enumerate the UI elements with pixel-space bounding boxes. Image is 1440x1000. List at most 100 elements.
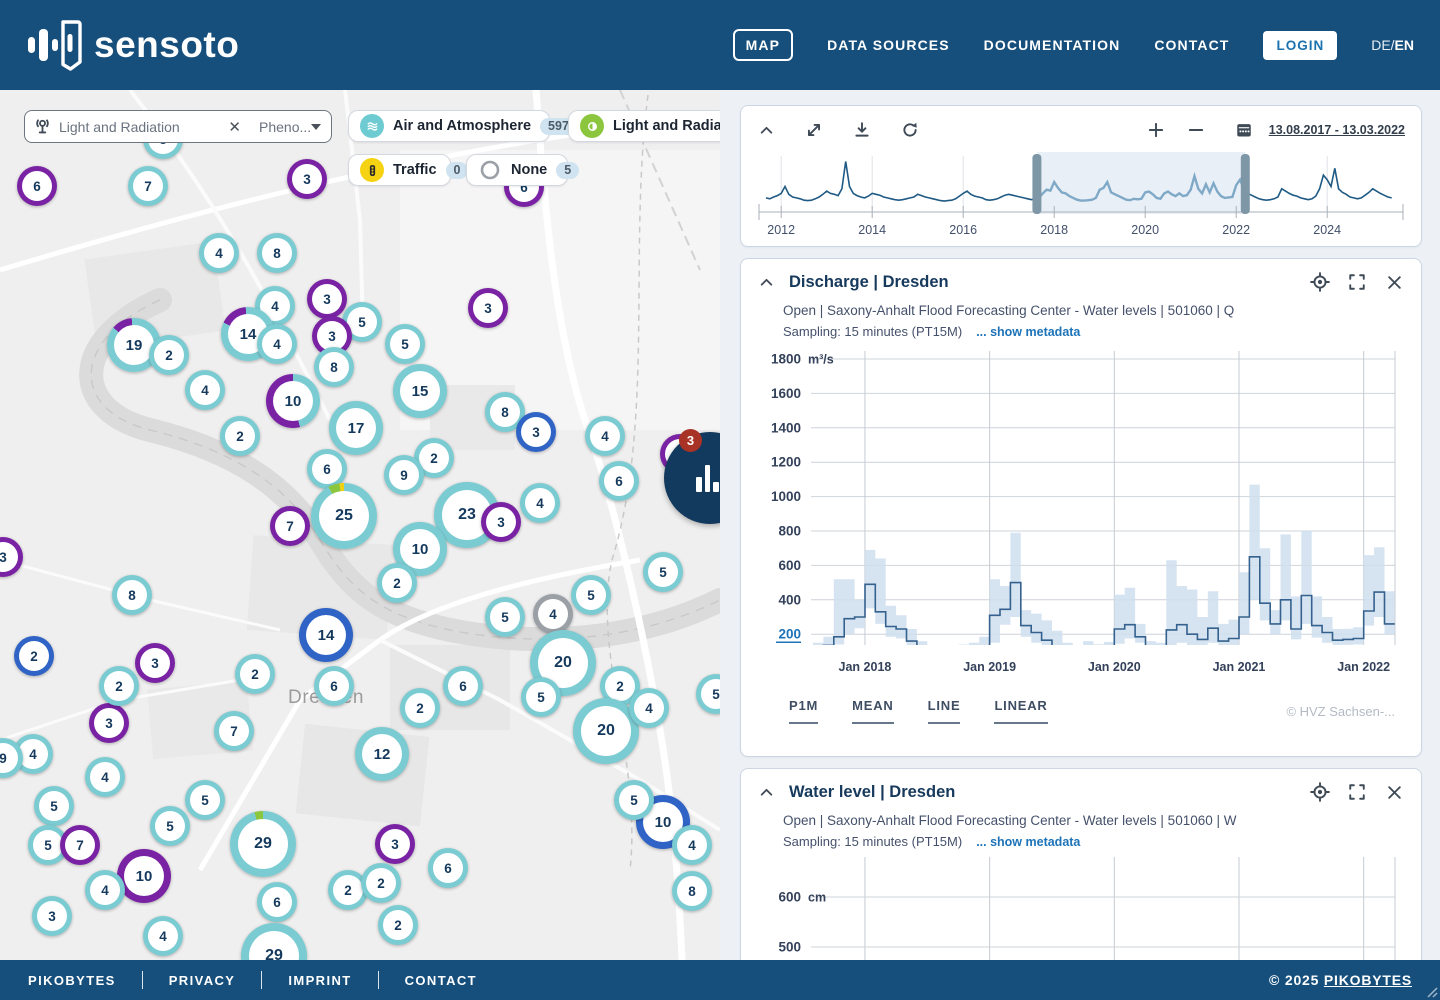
map-marker[interactable]: 4 — [533, 594, 573, 634]
map-marker[interactable]: 12 — [355, 727, 409, 781]
map-marker[interactable]: 4 — [672, 825, 712, 865]
map-marker[interactable]: 5 — [571, 575, 611, 615]
map-marker[interactable]: 2 — [235, 654, 275, 694]
locate-station-icon[interactable] — [1309, 781, 1331, 803]
map-marker[interactable]: 2 — [14, 636, 54, 676]
footer-link-contact[interactable]: CONTACT — [379, 973, 503, 988]
zoom-in-icon[interactable] — [1145, 119, 1167, 141]
nav-data-sources[interactable]: DATA SOURCES — [827, 37, 950, 53]
map-marker[interactable]: 3 — [375, 824, 415, 864]
map-marker[interactable]: 2 — [361, 863, 401, 903]
map-marker[interactable]: 10 — [266, 374, 320, 428]
map-marker[interactable]: 2 — [378, 905, 418, 945]
map-marker[interactable]: 7 — [128, 166, 168, 206]
map-marker[interactable]: 7 — [214, 711, 254, 751]
collapse-panel-icon[interactable] — [755, 271, 777, 293]
search-field[interactable]: Light and Radiation ✕ — [25, 118, 249, 136]
map-marker[interactable]: 8 — [314, 347, 354, 387]
nav-documentation[interactable]: DOCUMENTATION — [984, 37, 1121, 53]
phenomenon-dropdown[interactable]: Pheno... — [249, 119, 331, 135]
map-marker[interactable]: 5 — [34, 786, 74, 826]
map-marker[interactable]: 8 — [257, 233, 297, 273]
map-marker[interactable]: 8 — [112, 575, 152, 615]
map-marker[interactable]: 8 — [672, 871, 712, 911]
map-marker[interactable]: 5 — [185, 780, 225, 820]
close-panel-icon[interactable] — [1383, 271, 1405, 293]
expand-range-icon[interactable] — [803, 119, 825, 141]
lang-de[interactable]: DE — [1371, 37, 1390, 53]
login-button[interactable]: LOGIN — [1263, 31, 1337, 60]
control-line[interactable]: LINE — [928, 698, 961, 724]
pikobytes-link[interactable]: PIKOBYTES — [1324, 972, 1412, 988]
map-marker[interactable]: 4 — [185, 370, 225, 410]
map-marker[interactable]: 3 — [307, 279, 347, 319]
map-marker[interactable]: 2 — [400, 688, 440, 728]
chip-traffic[interactable]: Traffic 0 — [348, 154, 451, 186]
map-marker[interactable]: 6 — [17, 166, 57, 206]
footer-link-imprint[interactable]: IMPRINT — [262, 973, 377, 988]
control-p1m[interactable]: P1M — [789, 698, 818, 724]
brand-logo[interactable]: sensoto — [26, 17, 239, 73]
map-marker[interactable]: 6 — [599, 461, 639, 501]
map-marker[interactable]: 17 — [329, 401, 383, 455]
close-panel-icon[interactable] — [1383, 781, 1405, 803]
chip-none[interactable]: None 5 — [466, 154, 568, 186]
refresh-icon[interactable] — [899, 119, 921, 141]
map-marker[interactable]: 3 — [516, 412, 556, 452]
map-marker[interactable]: 6 — [443, 666, 483, 706]
date-range-link[interactable]: 13.08.2017 - 13.03.2022 — [1269, 123, 1405, 137]
map-marker[interactable]: 5 — [150, 806, 190, 846]
map-marker[interactable]: 9 — [384, 455, 424, 495]
fullscreen-icon[interactable] — [1346, 781, 1368, 803]
map-marker[interactable]: 3 — [287, 159, 327, 199]
clear-search-icon[interactable]: ✕ — [220, 118, 249, 136]
map-marker[interactable]: 3 — [32, 896, 72, 936]
language-switch[interactable]: DE/EN — [1371, 37, 1414, 53]
download-icon[interactable] — [851, 119, 873, 141]
map-marker[interactable]: 7 — [270, 506, 310, 546]
map-marker[interactable]: 5 — [485, 597, 525, 637]
map-marker[interactable]: 4 — [585, 416, 625, 456]
nav-map[interactable]: MAP — [733, 29, 793, 61]
footer-link-privacy[interactable]: PRIVACY — [143, 973, 262, 988]
map-marker[interactable]: 14 — [299, 608, 353, 662]
zoom-out-icon[interactable] — [1185, 119, 1207, 141]
map-marker[interactable]: 4 — [199, 233, 239, 273]
map-marker[interactable]: 2 — [99, 666, 139, 706]
map-marker[interactable]: 25 — [311, 483, 377, 549]
map-marker[interactable]: 10 — [117, 849, 171, 903]
show-metadata-link[interactable]: ... show metadata — [976, 835, 1080, 849]
nav-contact[interactable]: CONTACT — [1154, 37, 1229, 53]
map-marker[interactable]: 6 — [428, 848, 468, 888]
map-marker[interactable]: 3 — [468, 288, 508, 328]
show-metadata-link[interactable]: ... show metadata — [976, 325, 1080, 339]
map-marker[interactable]: 6 — [314, 666, 354, 706]
collapse-timeline-icon[interactable] — [755, 119, 777, 141]
map-marker[interactable]: 2 — [220, 416, 260, 456]
map-marker[interactable]: 4 — [629, 688, 669, 728]
control-mean[interactable]: MEAN — [852, 698, 893, 724]
map-marker[interactable]: 4 — [85, 757, 125, 797]
chip-air-and-atmosphere[interactable]: Air and Atmosphere 597 — [348, 110, 550, 142]
map-marker[interactable]: 15 — [393, 364, 447, 418]
map-marker[interactable]: 2 — [377, 563, 417, 603]
map-marker[interactable]: 4 — [85, 870, 125, 910]
collapse-panel-icon[interactable] — [755, 781, 777, 803]
map-marker[interactable]: 4 — [520, 483, 560, 523]
overview-timeline-chart[interactable]: 2012201420162018202020222024 — [755, 144, 1407, 240]
control-linear[interactable]: LINEAR — [994, 698, 1047, 724]
map-marker[interactable]: 3 — [481, 502, 521, 542]
resize-handle-icon[interactable] — [1424, 984, 1438, 998]
fullscreen-icon[interactable] — [1346, 271, 1368, 293]
map-marker[interactable]: 6 — [257, 882, 297, 922]
map-marker[interactable]: 4 — [257, 324, 297, 364]
map-marker[interactable]: 3 — [89, 703, 129, 743]
footer-link-pikobytes[interactable]: PIKOBYTES — [28, 973, 142, 988]
map-marker[interactable]: 5 — [643, 552, 683, 592]
map-marker[interactable]: 29 — [230, 811, 296, 877]
map-marker[interactable]: 7 — [60, 825, 100, 865]
calendar-icon[interactable] — [1233, 119, 1255, 141]
map-marker[interactable]: 5 — [614, 780, 654, 820]
map-marker[interactable]: 2 — [149, 335, 189, 375]
search-input[interactable]: Light and Radiation — [59, 119, 212, 135]
